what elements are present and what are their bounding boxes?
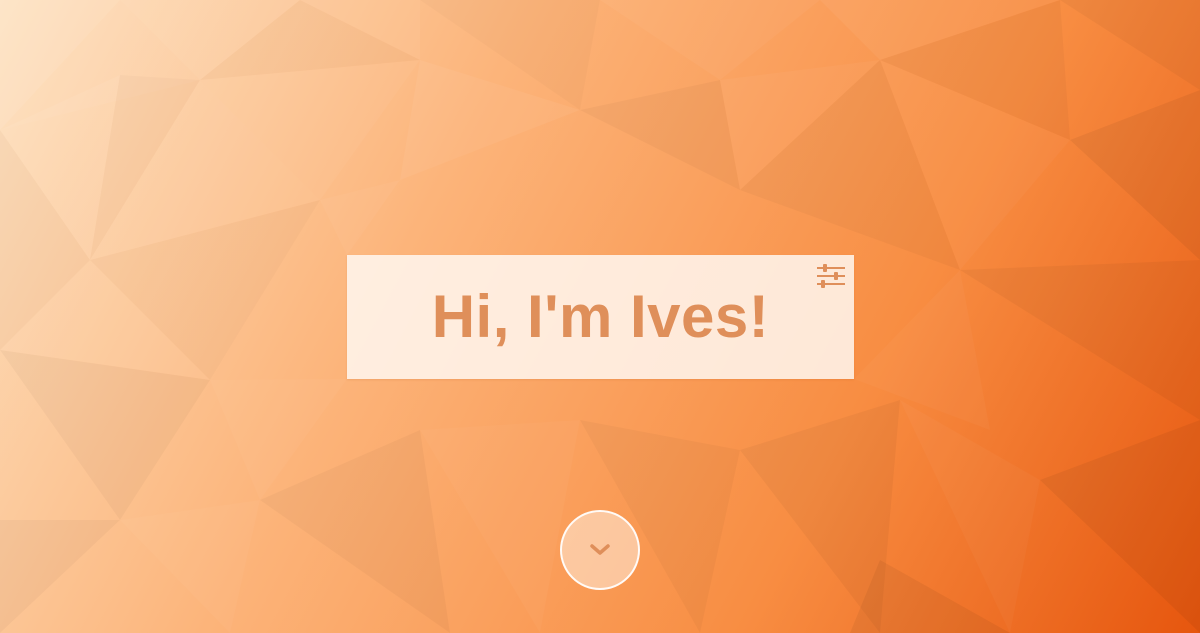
chevron-down-icon	[590, 544, 610, 555]
scroll-down-button[interactable]	[560, 510, 640, 590]
hero-card: Hi, I'm Ives!	[347, 255, 854, 379]
hero-title: Hi, I'm Ives!	[431, 283, 770, 350]
settings-button[interactable]	[817, 263, 845, 289]
sliders-icon	[817, 264, 845, 288]
